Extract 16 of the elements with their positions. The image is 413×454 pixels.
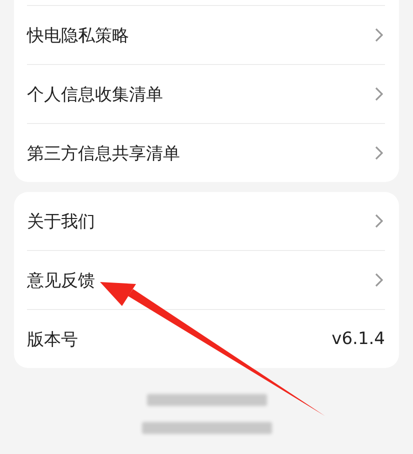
version-value: v6.1.4: [332, 329, 385, 349]
chevron-icon: [375, 28, 383, 42]
chevron-icon: [375, 87, 383, 101]
chevron-icon: [375, 214, 383, 228]
row-label: 第三方信息共享清单: [27, 142, 180, 164]
row-label: 个人信息收集清单: [27, 84, 163, 106]
chevron-icon: [375, 273, 383, 287]
settings-row[interactable]: 第三方信息共享清单: [27, 123, 385, 182]
row-label: 快电隐私策略: [27, 24, 129, 46]
chevron-icon: [375, 146, 383, 160]
row-label: 版本号: [27, 328, 78, 350]
row-label: 意见反馈: [27, 270, 95, 292]
settings-row[interactable]: 个人信息收集清单: [27, 64, 385, 123]
row-label: 关于我们: [27, 210, 95, 232]
settings-row[interactable]: 关于我们: [27, 192, 385, 250]
settings-row[interactable]: 快电隐私策略: [27, 5, 385, 64]
